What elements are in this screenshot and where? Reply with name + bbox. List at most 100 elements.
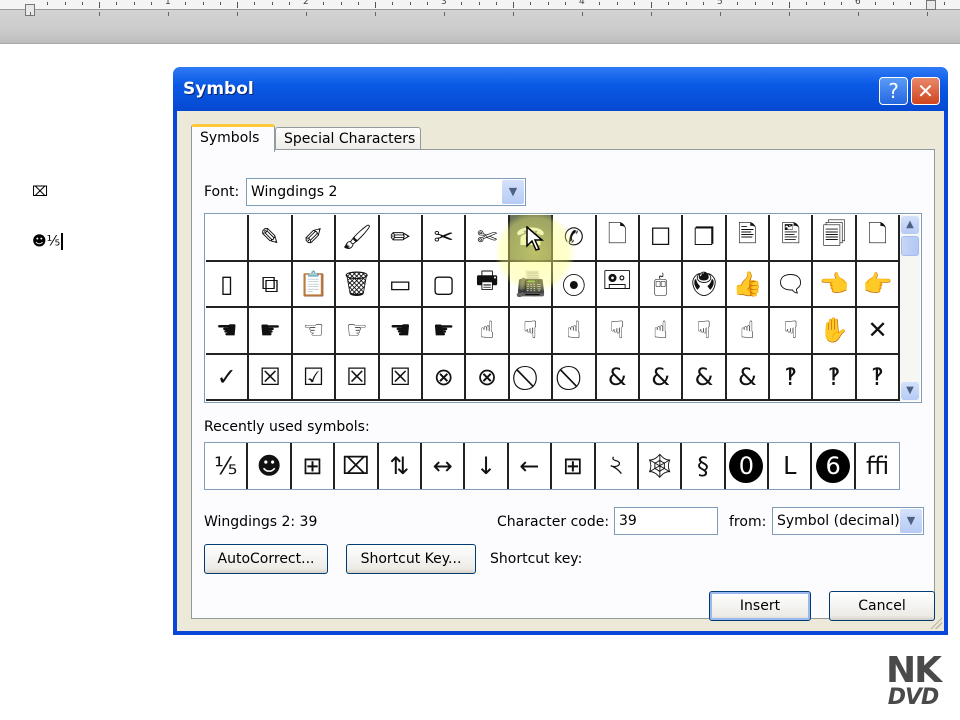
symbol-cell[interactable]: ☞ xyxy=(336,308,380,355)
symbol-cell[interactable]: ⃠ xyxy=(509,354,554,401)
tab-symbols[interactable]: Symbols xyxy=(191,124,275,152)
symbol-cell[interactable]: 🖌 xyxy=(336,215,380,262)
symbol-cell[interactable]: ▯ xyxy=(206,261,250,308)
autocorrect-button[interactable]: AutoCorrect... xyxy=(204,544,328,574)
symbol-cell[interactable]: 📋 xyxy=(292,261,337,308)
symbol-cell[interactable]: ⊗ xyxy=(422,354,467,401)
symbol-cell[interactable]: ☚ xyxy=(379,308,423,355)
symbol-cell[interactable]: ☟ xyxy=(770,308,814,355)
scroll-up-icon[interactable]: ▲ xyxy=(901,216,919,234)
symbol-cell[interactable]: & xyxy=(726,354,771,401)
symbol-cell[interactable]: & xyxy=(683,354,727,401)
symbol-cell[interactable]: 🗑 xyxy=(336,261,380,308)
recent-symbol-cell[interactable]: 🕸 xyxy=(639,443,683,489)
symbol-cell[interactable]: ✎ xyxy=(249,215,293,262)
document-line-2[interactable]: ☻⅕ xyxy=(32,233,64,250)
help-button[interactable]: ? xyxy=(879,77,908,105)
symbol-cell[interactable]: & xyxy=(596,354,640,401)
symbol-cell[interactable]: ▭ xyxy=(379,261,423,308)
symbol-cell[interactable]: ☟ xyxy=(509,308,554,355)
chevron-down-icon[interactable]: ▼ xyxy=(502,180,524,204)
symbol-cell[interactable]: 🖰 xyxy=(639,261,684,308)
symbol-cell[interactable]: 🖹 xyxy=(726,215,771,262)
symbol-cell[interactable]: ⊗ xyxy=(466,354,510,401)
recent-symbol-cell[interactable]: ⅕ xyxy=(205,443,249,489)
symbol-cell[interactable]: ☐ xyxy=(639,215,684,262)
symbol-cell[interactable]: ‽ xyxy=(813,354,857,401)
recent-symbol-cell[interactable]: 6 xyxy=(812,443,856,489)
recent-symbol-cell[interactable]: § xyxy=(682,443,726,489)
symbol-cell[interactable]: ⃠ xyxy=(553,354,597,401)
chevron-down-icon[interactable]: ▼ xyxy=(900,509,922,533)
symbol-cell[interactable]: ☝ xyxy=(466,308,510,355)
symbol-cell[interactable]: ☟ xyxy=(596,308,640,355)
symbol-cell[interactable]: 🖭 xyxy=(596,261,640,308)
symbol-cell[interactable]: 🖲 xyxy=(683,261,727,308)
recent-symbol-cell[interactable]: ⌧ xyxy=(335,443,379,489)
tab-special-characters[interactable]: Special Characters xyxy=(275,127,421,150)
symbol-cell[interactable]: ☝ xyxy=(553,308,597,355)
symbol-cell[interactable]: 🗐 xyxy=(813,215,857,262)
symbol-cell[interactable]: ☛ xyxy=(249,308,293,355)
scrollbar-thumb[interactable] xyxy=(901,236,919,256)
symbol-cell[interactable]: ✋ xyxy=(813,308,857,355)
recent-symbol-cell[interactable]: ↔ xyxy=(422,443,466,489)
recent-symbol-cell[interactable]: ﬃ xyxy=(856,443,899,489)
symbol-cell[interactable]: 🗨 xyxy=(770,261,814,308)
recent-symbol-cell[interactable]: 0 xyxy=(726,443,770,489)
close-button[interactable]: ✕ xyxy=(911,77,940,105)
symbol-cell[interactable]: ☒ xyxy=(336,354,380,401)
recent-symbol-cell[interactable]: ☻ xyxy=(248,443,292,489)
symbol-cell[interactable]: & xyxy=(639,354,684,401)
symbol-cell[interactable]: ☝ xyxy=(726,308,771,355)
symbol-cell[interactable]: ✆ xyxy=(553,215,597,262)
from-select[interactable]: Symbol (decimal) ▼ xyxy=(772,507,924,535)
symbol-cell[interactable]: ✏ xyxy=(379,215,423,262)
symbol-cell[interactable]: ‽ xyxy=(770,354,814,401)
symbol-cell[interactable]: 🗋 xyxy=(856,215,901,262)
symbol-cell[interactable]: ☒ xyxy=(249,354,293,401)
symbol-cell[interactable]: ☚ xyxy=(206,308,250,355)
scroll-down-icon[interactable]: ▼ xyxy=(901,382,919,400)
symbol-grid-scrollbar[interactable]: ▲ ▼ xyxy=(900,215,920,401)
symbol-cell[interactable]: ▢ xyxy=(422,261,467,308)
symbol-cell[interactable]: ☑ xyxy=(292,354,337,401)
symbol-cell[interactable]: ☛ xyxy=(422,308,467,355)
symbol-cell[interactable]: 🖶 xyxy=(466,261,510,308)
symbol-cell[interactable]: ✂ xyxy=(422,215,467,262)
symbol-cell[interactable]: ✐ xyxy=(292,215,337,262)
resize-grip-icon[interactable] xyxy=(930,617,942,629)
recent-symbol-cell[interactable]: ᒪ xyxy=(769,443,813,489)
dialog-titlebar[interactable]: Symbol ? ✕ xyxy=(173,67,948,111)
symbol-cell[interactable]: 👍 xyxy=(726,261,771,308)
recent-symbol-cell[interactable]: ২ xyxy=(596,443,639,489)
symbol-cell[interactable]: ☜ xyxy=(292,308,337,355)
recent-symbol-cell[interactable]: ⊞ xyxy=(292,443,336,489)
symbol-cell[interactable]: ☟ xyxy=(683,308,727,355)
symbol-cell[interactable] xyxy=(206,215,250,262)
symbol-cell[interactable]: ⧉ xyxy=(249,261,293,308)
symbol-cell[interactable]: ☝ xyxy=(639,308,684,355)
symbol-cell[interactable]: ‽ xyxy=(856,354,901,401)
character-code-input[interactable]: 39 xyxy=(614,507,718,535)
symbol-cell[interactable]: ✓ xyxy=(206,354,250,401)
insert-button[interactable]: Insert xyxy=(709,591,811,621)
recent-symbol-cell[interactable]: ← xyxy=(509,443,553,489)
right-indent-marker[interactable] xyxy=(926,0,936,10)
cancel-button[interactable]: Cancel xyxy=(829,591,935,621)
symbol-cell[interactable]: 👉 xyxy=(856,261,901,308)
symbol-cell[interactable]: ✕ xyxy=(856,308,901,355)
font-select[interactable]: Wingdings 2 ▼ xyxy=(246,178,526,206)
symbol-cell[interactable]: 👈 xyxy=(813,261,857,308)
shortcut-key-button[interactable]: Shortcut Key... xyxy=(346,544,476,574)
symbol-cell[interactable]: ❐ xyxy=(683,215,727,262)
symbol-cell[interactable]: ☒ xyxy=(379,354,423,401)
recent-symbol-cell[interactable]: ⊞ xyxy=(552,443,596,489)
symbol-cell[interactable]: 🗋 xyxy=(596,215,640,262)
symbol-cell[interactable]: 📠 xyxy=(509,261,554,308)
symbol-cell[interactable]: ⦿ xyxy=(553,261,597,308)
symbol-cell[interactable]: 🖺 xyxy=(770,215,814,262)
recent-symbol-cell[interactable]: ↓ xyxy=(465,443,509,489)
symbol-cell[interactable]: ✄ xyxy=(466,215,510,262)
recent-symbol-cell[interactable]: ⇅ xyxy=(379,443,422,489)
